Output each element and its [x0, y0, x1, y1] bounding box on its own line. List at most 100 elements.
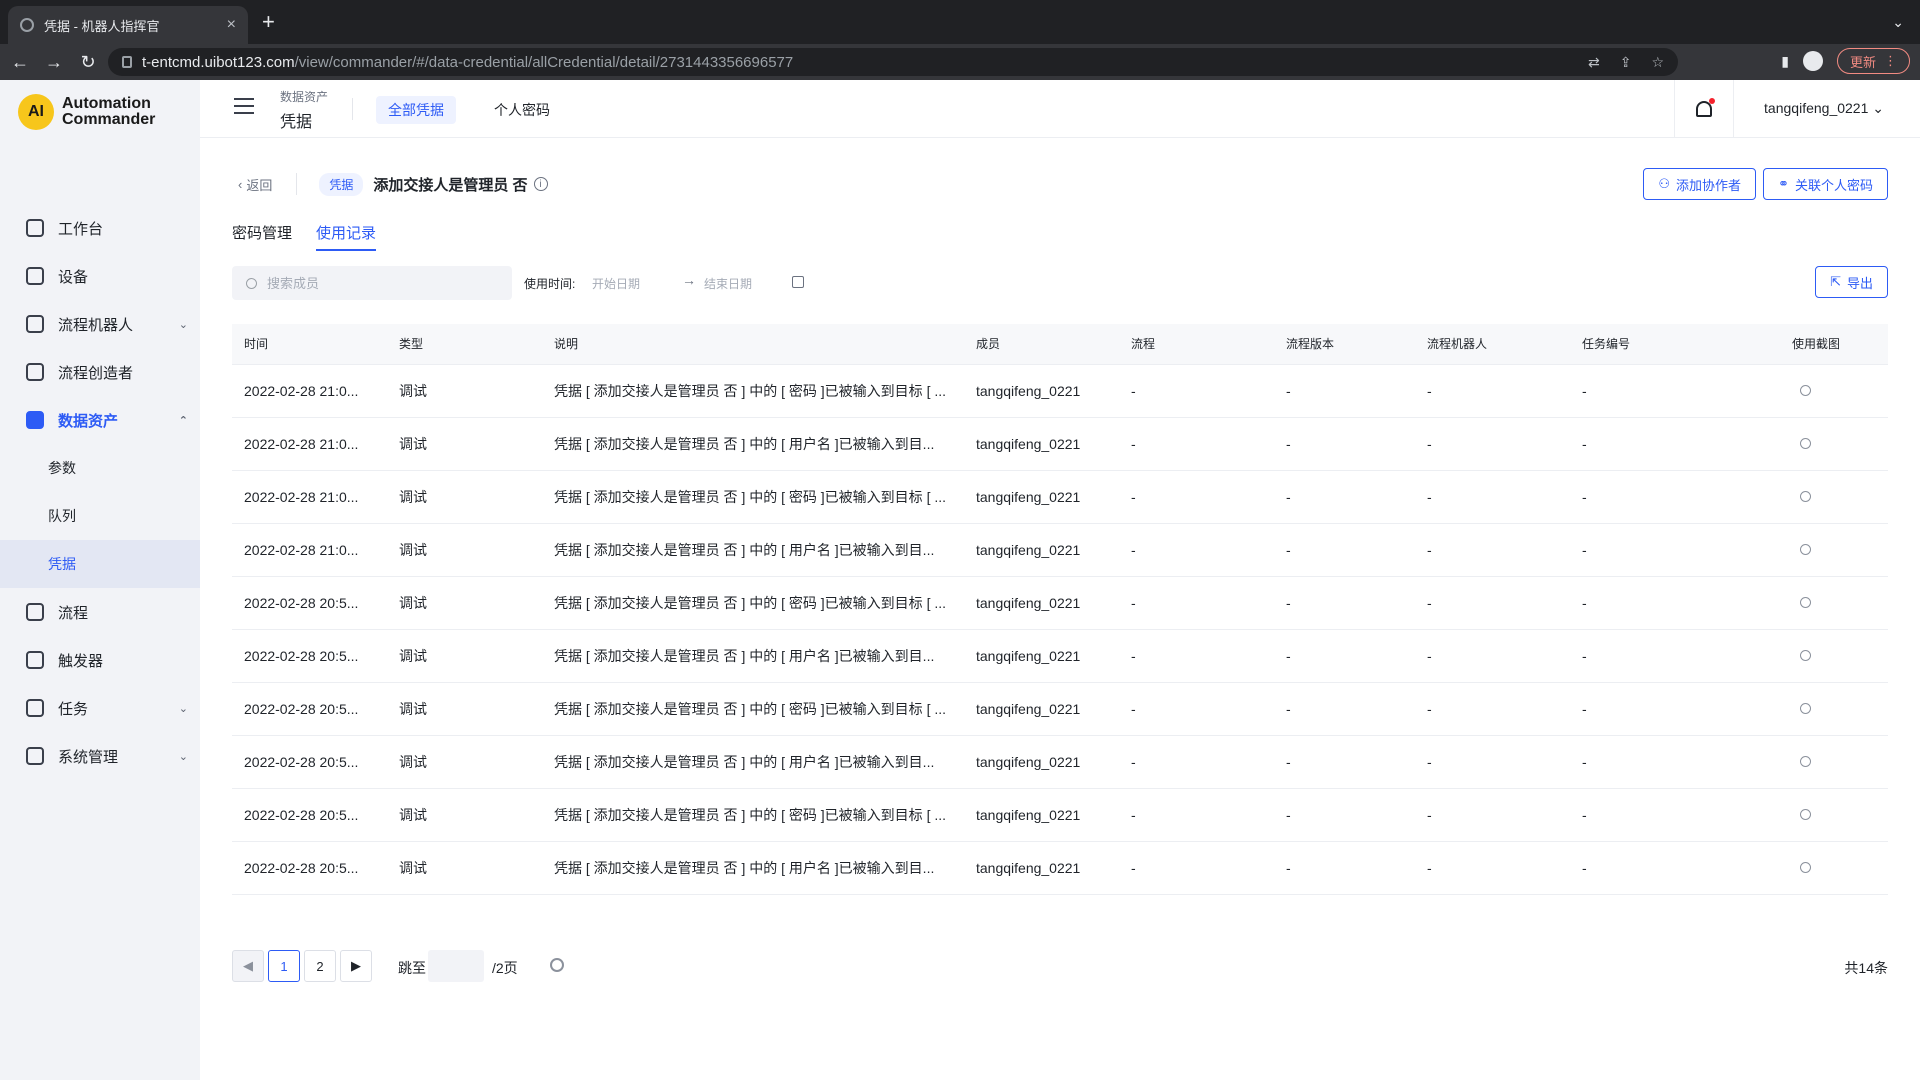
page-total: /2页: [492, 960, 518, 976]
start-date-input[interactable]: 开始日期: [592, 275, 640, 292]
username: tangqifeng_0221: [1764, 100, 1869, 116]
new-tab-icon[interactable]: +: [262, 11, 275, 33]
browser-tab[interactable]: 凭据 - 机器人指挥官 ×: [8, 6, 248, 44]
column-header[interactable]: 时间: [232, 324, 387, 365]
cell-member: tangqifeng_0221: [964, 470, 1119, 524]
cell-task-id: -: [1570, 364, 1780, 418]
cell-screenshot: [1780, 576, 1888, 630]
column-header[interactable]: 成员: [964, 324, 1119, 365]
sidebar-item-label: 流程机器人: [58, 316, 134, 334]
tab-all-credentials[interactable]: 全部凭据: [376, 96, 456, 124]
page-2-button[interactable]: 2: [304, 950, 336, 982]
view-screenshot-icon[interactable]: [1800, 384, 1811, 396]
sidebar-item-trigger[interactable]: 触发器: [0, 636, 200, 684]
folder-icon: [26, 411, 44, 429]
sidebar-item-flow[interactable]: 流程: [0, 588, 200, 636]
cell-flow-version: -: [1274, 470, 1415, 524]
column-header[interactable]: 说明: [542, 324, 964, 365]
gear-icon[interactable]: [550, 958, 564, 972]
sidebar-item-robot[interactable]: 流程机器人 ⌄: [0, 300, 200, 348]
column-header[interactable]: 使用截图: [1780, 324, 1888, 365]
tab-personal-password[interactable]: 个人密码: [482, 96, 562, 124]
chevron-up-icon: ⌃: [178, 414, 188, 427]
view-screenshot-icon[interactable]: [1800, 437, 1811, 449]
link-personal-password-button[interactable]: ⚭ 关联个人密码: [1763, 168, 1888, 200]
view-screenshot-icon[interactable]: [1800, 490, 1811, 502]
time-label: 使用时间:: [524, 277, 576, 291]
info-icon[interactable]: i: [533, 177, 548, 191]
update-button[interactable]: 更新 ⋮: [1836, 48, 1910, 74]
view-screenshot-icon[interactable]: [1800, 649, 1811, 661]
view-screenshot-icon[interactable]: [1800, 861, 1811, 873]
star-icon[interactable]: ☆: [1651, 54, 1664, 71]
tab-usage-records[interactable]: 使用记录: [316, 222, 377, 251]
url-field[interactable]: t-entcmd.uibot123.com/view/commander/#/d…: [108, 48, 1678, 76]
sidebar-item-creator[interactable]: 流程创造者: [0, 348, 200, 396]
tab-password-management[interactable]: 密码管理: [232, 222, 292, 251]
cell-flow: -: [1119, 735, 1274, 789]
cell-flow-version: -: [1274, 576, 1415, 630]
logo[interactable]: AI Automation Commander: [18, 94, 155, 130]
jump-page-input[interactable]: [428, 950, 484, 982]
sidebar-item-system[interactable]: 系统管理 ⌄: [0, 732, 200, 780]
add-collaborator-button[interactable]: ⚇ 添加协作者: [1643, 168, 1756, 200]
column-header[interactable]: 类型: [387, 324, 542, 365]
notification-button[interactable]: [1674, 80, 1734, 138]
end-date-input[interactable]: 结束日期: [704, 275, 752, 292]
cell-screenshot: [1780, 470, 1888, 524]
cell-robot: -: [1415, 682, 1570, 736]
page-1-button[interactable]: 1: [268, 950, 300, 982]
cell-time: 2022-02-28 21:0...: [232, 417, 387, 471]
share-icon[interactable]: ⇪: [1620, 54, 1632, 71]
view-screenshot-icon[interactable]: [1800, 596, 1811, 608]
sidebar-subitem-credential[interactable]: 凭据: [0, 540, 200, 588]
translate-icon[interactable]: ⇄: [1588, 54, 1600, 71]
cell-task-id: -: [1570, 682, 1780, 736]
column-header[interactable]: 任务编号: [1570, 324, 1780, 365]
forward-arrow-icon[interactable]: →: [40, 52, 68, 73]
chevron-down-icon: ⌄: [178, 318, 188, 331]
table-header-row: 时间 类型 说明 成员 流程 流程版本 流程机器人 任务编号 使用截图: [232, 324, 1888, 365]
flow-icon: [26, 603, 44, 621]
close-tab-icon[interactable]: ×: [227, 16, 236, 34]
next-page-button[interactable]: ▶: [340, 950, 372, 982]
sidebar-item-device[interactable]: 设备: [0, 252, 200, 300]
cell-time: 2022-02-28 20:5...: [232, 629, 387, 683]
view-screenshot-icon[interactable]: [1800, 543, 1811, 555]
search-box: [232, 266, 512, 300]
column-header[interactable]: 流程机器人: [1415, 324, 1570, 365]
sidebar-subitem-queue[interactable]: 队列: [0, 492, 200, 540]
view-screenshot-icon[interactable]: [1800, 702, 1811, 714]
url-host: t-entcmd.uibot123.com: [142, 53, 295, 71]
prev-page-button[interactable]: ◀: [232, 950, 264, 982]
cell-task-id: -: [1570, 629, 1780, 683]
side-panel-icon[interactable]: ▮: [1781, 53, 1789, 70]
cell-type: 调试: [387, 470, 542, 524]
sidebar-item-data-assets[interactable]: 数据资产 ⌃: [0, 396, 200, 444]
sidebar-item-workbench[interactable]: 工作台: [0, 204, 200, 252]
calendar-icon[interactable]: [792, 276, 804, 288]
export-button[interactable]: ⇱ 导出: [1815, 266, 1888, 298]
logo-text: Automation Commander: [62, 96, 155, 128]
back-link[interactable]: ‹ 返回: [232, 175, 272, 194]
collapse-menu-icon[interactable]: [234, 98, 254, 116]
tab-search-chevron-icon[interactable]: ⌄: [1892, 14, 1904, 31]
trigger-icon: [26, 651, 44, 669]
cell-screenshot: [1780, 682, 1888, 736]
column-header[interactable]: 流程版本: [1274, 324, 1415, 365]
creator-icon: [26, 363, 44, 381]
sidebar-subitem-params[interactable]: 参数: [0, 444, 200, 492]
view-screenshot-icon[interactable]: [1800, 808, 1811, 820]
user-menu[interactable]: tangqifeng_0221 ⌄: [1764, 100, 1884, 117]
reload-icon[interactable]: ↻: [74, 52, 102, 73]
cell-flow: -: [1119, 576, 1274, 630]
view-screenshot-icon[interactable]: [1800, 755, 1811, 767]
link-password-label: 关联个人密码: [1794, 177, 1873, 193]
back-arrow-icon[interactable]: ←: [6, 52, 34, 73]
cell-type: 调试: [387, 788, 542, 842]
profile-avatar[interactable]: [1802, 51, 1823, 71]
column-header[interactable]: 流程: [1119, 324, 1274, 365]
search-input[interactable]: [265, 274, 495, 292]
cell-member: tangqifeng_0221: [964, 735, 1119, 789]
sidebar-item-task[interactable]: 任务 ⌄: [0, 684, 200, 732]
